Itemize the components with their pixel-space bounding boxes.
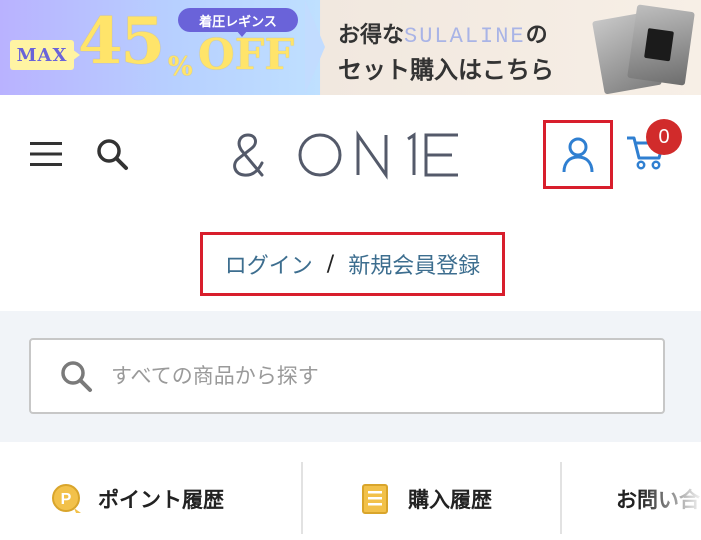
discount-percent: % bbox=[168, 52, 193, 82]
and-one-logo bbox=[233, 130, 458, 180]
header-search-button[interactable] bbox=[90, 132, 134, 176]
search-icon bbox=[61, 361, 92, 392]
promo-banner[interactable]: MAX 45 % OFF 着圧レギンス お得なSULALINEの セット購入はこ… bbox=[0, 0, 701, 95]
point-coin-icon: P bbox=[52, 484, 81, 513]
svg-text:P: P bbox=[61, 491, 72, 508]
package-back bbox=[627, 4, 695, 86]
discount-number: 45 bbox=[78, 4, 165, 79]
receipt-icon bbox=[362, 484, 388, 514]
cart-count-badge: 0 bbox=[646, 119, 682, 155]
search-field-icon-wrap bbox=[41, 340, 111, 412]
banner-brand-name: SULALINE bbox=[404, 24, 526, 49]
product-package-image bbox=[592, 4, 695, 95]
quick-link-divider bbox=[301, 462, 303, 534]
banner-line2: セット購入はこちら bbox=[338, 56, 554, 84]
auth-links: ログイン / 新規会員登録 bbox=[200, 232, 505, 296]
product-search-box[interactable] bbox=[29, 338, 665, 414]
product-search-input[interactable] bbox=[111, 356, 631, 396]
register-link[interactable]: 新規会員登録 bbox=[348, 248, 480, 280]
user-icon bbox=[562, 137, 594, 172]
package-logo-mark bbox=[644, 28, 674, 62]
quick-link-label: ポイント履歴 bbox=[98, 488, 224, 512]
banner-divider-arrow bbox=[305, 0, 325, 94]
banner-line1: お得なSULALINEの bbox=[338, 17, 548, 49]
category-bubble: 着圧レギンス bbox=[178, 8, 298, 32]
max-badge: MAX bbox=[10, 40, 74, 70]
account-button[interactable] bbox=[543, 120, 613, 189]
hamburger-menu-icon bbox=[30, 142, 62, 166]
discount-off: OFF bbox=[198, 30, 295, 79]
scroll-fade bbox=[640, 458, 701, 540]
auth-separator: / bbox=[326, 251, 335, 277]
quick-link-points[interactable]: P ポイント履歴 bbox=[50, 458, 224, 540]
login-link[interactable]: ログイン bbox=[225, 248, 313, 280]
search-icon bbox=[97, 139, 128, 170]
banner-line1-prefix: お得な bbox=[338, 23, 405, 48]
hamburger-menu-button[interactable] bbox=[24, 134, 68, 174]
search-section bbox=[0, 311, 701, 442]
banner-line1-suffix: の bbox=[525, 23, 548, 48]
category-bubble-tail bbox=[236, 30, 248, 37]
site-header: 0 bbox=[0, 95, 701, 217]
quick-link-purchases[interactable]: 購入履歴 bbox=[360, 458, 492, 540]
quick-links-bar: P ポイント履歴 購入履歴 お問い合 bbox=[0, 458, 701, 540]
quick-link-label: 購入履歴 bbox=[408, 488, 492, 512]
quick-link-divider bbox=[560, 462, 562, 534]
site-logo[interactable] bbox=[230, 129, 470, 181]
